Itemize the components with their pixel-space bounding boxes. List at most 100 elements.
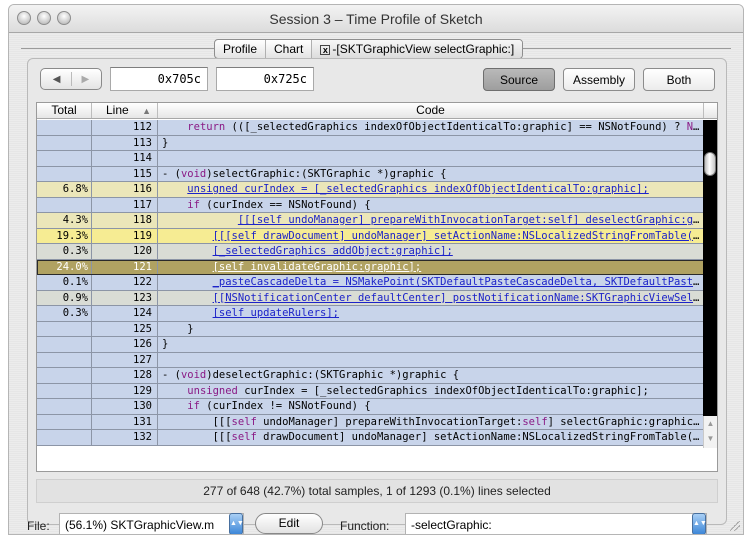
code-text: undoManager] prepareWithInvocationTarget… xyxy=(256,415,523,428)
line-number-cell: 112 xyxy=(92,120,158,135)
total-cell: 0.1% xyxy=(37,275,92,290)
window-title: Session 3 – Time Profile of Sketch xyxy=(269,11,483,27)
total-cell xyxy=(37,321,92,336)
table-row[interactable]: 117 if (curIndex == NSNotFound) { xyxy=(37,197,704,213)
code-cell: [[[self drawDocument] undoManager] setAc… xyxy=(158,229,704,244)
code-link[interactable]: [self invalidateGraphic:graphic]; xyxy=(213,261,422,273)
column-header-code[interactable]: Code xyxy=(158,103,704,118)
code-cell: [[NSNotificationCenter defaultCenter] po… xyxy=(158,291,704,306)
edit-button[interactable]: Edit xyxy=(255,513,323,534)
total-cell xyxy=(37,399,92,414)
column-header-total[interactable]: Total xyxy=(37,103,92,118)
function-label: Function: xyxy=(340,519,390,533)
title-bar: Session 3 – Time Profile of Sketch xyxy=(9,5,743,33)
forward-arrow-icon[interactable]: ▶ xyxy=(82,74,90,85)
line-number-cell: 129 xyxy=(92,383,158,398)
scrollbar-thumb[interactable] xyxy=(704,152,716,176)
table-row[interactable]: 125 } xyxy=(37,321,704,337)
column-header-line-label: Line xyxy=(106,103,129,117)
line-number-cell: 114 xyxy=(92,151,158,166)
table-row[interactable]: 4.3% 118 [[[self undoManager] prepareWith… xyxy=(37,213,704,229)
profiler-window: Session 3 – Time Profile of Sketch Profi… xyxy=(8,4,744,535)
scroll-arrows: ▲ ▼ xyxy=(703,416,717,448)
tab-profile[interactable]: Profile xyxy=(215,40,267,58)
table-row[interactable]: 24.0% 121 [self invalidateGraphic:graphic… xyxy=(37,259,704,275)
file-popup[interactable]: (56.1%) SKTGraphicView.m ▲▼ xyxy=(59,513,244,534)
table-row[interactable]: 113} xyxy=(37,135,704,151)
code-cell: } xyxy=(158,337,704,352)
table-row[interactable]: 127 xyxy=(37,352,704,368)
code-text: (curIndex == NSNotFound) { xyxy=(199,198,371,211)
code-keyword: unsigned xyxy=(187,384,238,397)
code-link[interactable]: [_selectedGraphics addObject:graphic]; xyxy=(213,245,453,257)
end-address-field[interactable]: 0x725c xyxy=(216,67,314,91)
scroll-down-icon[interactable]: ▼ xyxy=(704,431,717,446)
code-text: )selectGraphic:(SKTGraphic *)graphic { xyxy=(206,167,447,180)
function-popup[interactable]: -selectGraphic: ▲▼ xyxy=(405,513,707,534)
table-row[interactable]: 0.9% 123 [[NSNotificationCenter defaultCe… xyxy=(37,290,704,306)
code-keyword: NO xyxy=(686,121,700,133)
source-button[interactable]: Source xyxy=(483,68,555,91)
total-cell xyxy=(37,337,92,352)
total-cell xyxy=(37,430,92,445)
total-cell xyxy=(37,151,92,166)
code-cell: unsigned curIndex = [_selectedGraphics i… xyxy=(158,182,704,197)
line-number-cell: 130 xyxy=(92,399,158,414)
code-link[interactable]: [self updateRulers]; xyxy=(213,307,339,319)
code-cell: return (([_selectedGraphics indexOfObjec… xyxy=(158,120,704,135)
close-tab-icon[interactable]: x xyxy=(320,45,331,55)
file-label: File: xyxy=(27,519,50,533)
history-nav: ◀ ▶ xyxy=(40,68,102,90)
code-link[interactable]: [[NSNotificationCenter defaultCenter] po… xyxy=(213,292,704,304)
both-button[interactable]: Both xyxy=(643,68,715,91)
table-row[interactable]: 126} xyxy=(37,337,704,353)
line-number-cell: 120 xyxy=(92,244,158,259)
nav-separator xyxy=(70,72,72,86)
code-text: drawDocument] undoManager] setActionName… xyxy=(256,431,694,443)
code-cell: } xyxy=(158,136,704,151)
code-cell: [self invalidateGraphic:graphic]; xyxy=(158,260,704,275)
start-address-field[interactable]: 0x705c xyxy=(110,67,208,91)
back-arrow-icon[interactable]: ◀ xyxy=(53,74,61,85)
code-cell: [self updateRulers]; xyxy=(158,306,704,321)
code-keyword: if xyxy=(187,198,200,211)
code-cell: _pasteCascadeDelta = NSMakePoint(SKTDefa… xyxy=(158,275,704,290)
table-row[interactable]: 132 [[[self drawDocument] undoManager] s… xyxy=(37,430,704,446)
code-cell: - (void)selectGraphic:(SKTGraphic *)grap… xyxy=(158,167,704,182)
code-link[interactable]: _pasteCascadeDelta = NSMakePoint(SKTDefa… xyxy=(213,276,704,288)
code-keyword: self xyxy=(231,431,257,443)
scroll-up-icon[interactable]: ▲ xyxy=(704,416,717,431)
code-cell: if (curIndex != NSNotFound) { xyxy=(158,399,704,414)
resize-grip[interactable] xyxy=(730,521,740,531)
table-row[interactable]: 129 unsigned curIndex = [_selectedGraphi… xyxy=(37,383,704,399)
column-header-line[interactable]: Line ▲ xyxy=(92,103,158,118)
code-text: } xyxy=(162,338,169,350)
code-link[interactable]: unsigned curIndex = [_selectedGraphics i… xyxy=(187,183,648,195)
table-row[interactable]: 130 if (curIndex != NSNotFound) { xyxy=(37,399,704,415)
line-number-cell: 124 xyxy=(92,306,158,321)
table-row[interactable]: 114 xyxy=(37,151,704,167)
table-row[interactable]: 0.3% 120 [_selectedGraphics addObject:gra… xyxy=(37,244,704,260)
code-cell xyxy=(158,353,704,368)
table-row[interactable]: 19.3% 119 [[[self drawDocument] undoManag… xyxy=(37,228,704,244)
table-row[interactable]: 128- (void)deselectGraphic:(SKTGraphic *… xyxy=(37,368,704,384)
vertical-scrollbar[interactable] xyxy=(703,120,717,447)
code-cell: unsigned curIndex = [_selectedGraphics i… xyxy=(158,384,704,399)
table-row[interactable]: 131 [[[self undoManager] prepareWithInvo… xyxy=(37,414,704,430)
table-row[interactable]: 115- (void)selectGraphic:(SKTGraphic *)g… xyxy=(37,166,704,182)
line-number-cell: 125 xyxy=(92,321,158,336)
line-number-cell: 132 xyxy=(92,430,158,445)
assembly-button[interactable]: Assembly xyxy=(563,68,635,91)
code-text: (curIndex != NSNotFound) { xyxy=(199,400,371,412)
table-row[interactable]: 0.3% 124 [self updateRulers]; xyxy=(37,306,704,322)
code-link[interactable]: [[[self drawDocument] undoManager] setAc… xyxy=(213,230,704,242)
table-row[interactable]: 0.1% 122 _pasteCascadeDelta = NSMakePoint… xyxy=(37,275,704,291)
table-row[interactable]: 6.8% 116 unsigned curIndex = [_selectedGr… xyxy=(37,182,704,198)
code-link[interactable]: [[[self undoManager] prepareWithInvocati… xyxy=(238,214,704,226)
line-number-cell: 126 xyxy=(92,337,158,352)
table-row[interactable]: 112 return (([_selectedGraphics indexOfO… xyxy=(37,120,704,136)
tab-select-graphic[interactable]: x -[SKTGraphicView selectGraphic:] xyxy=(312,40,523,58)
tab-chart[interactable]: Chart xyxy=(266,40,313,58)
